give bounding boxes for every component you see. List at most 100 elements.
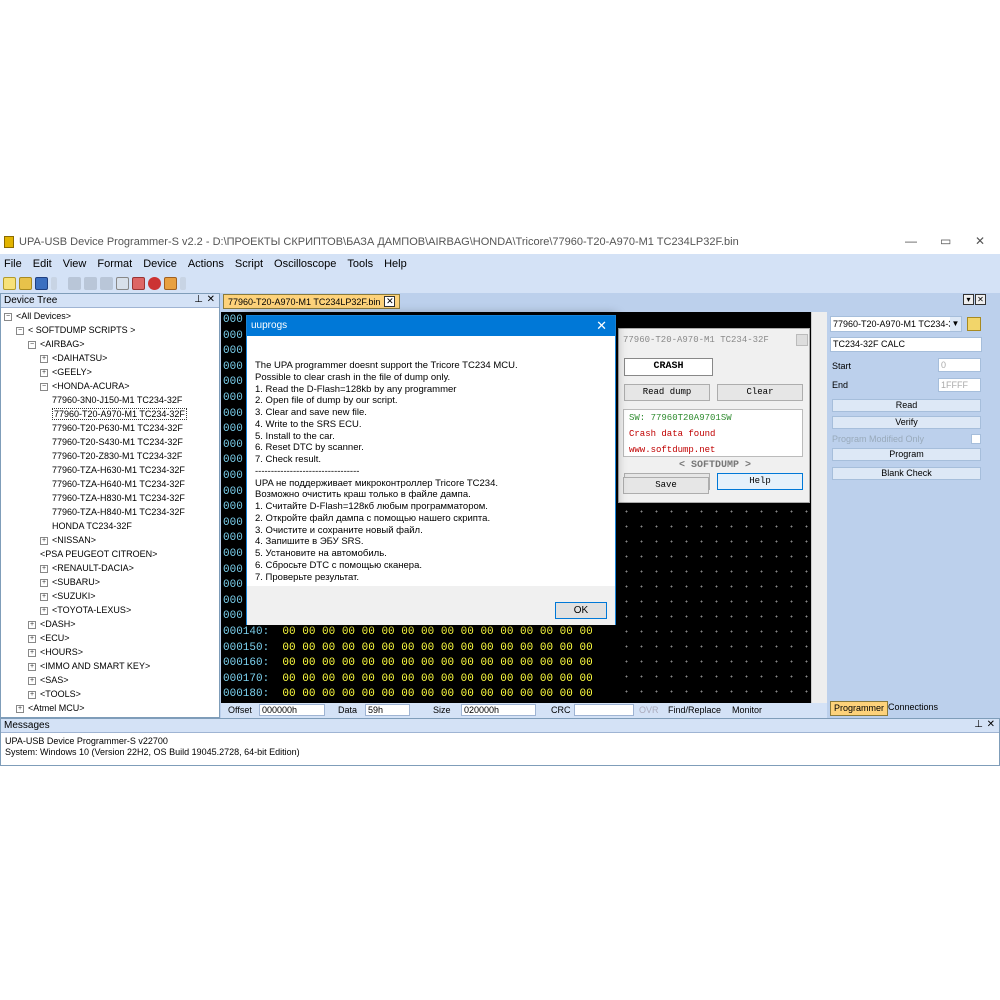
collapse-icon[interactable]: − (28, 340, 36, 349)
bug-icon[interactable] (148, 276, 161, 290)
program-button[interactable]: Program (832, 448, 981, 461)
read-button[interactable]: Read (832, 399, 981, 412)
device-select[interactable]: 77960-T20-A970-M1 TC234-32 (830, 316, 962, 332)
tree-item[interactable]: 77960-T20-P630-M1 TC234-32F (52, 421, 183, 435)
pane-menu-icon[interactable]: ▾ (963, 294, 974, 305)
cut-icon[interactable] (68, 276, 81, 290)
toolbar-dropdown-icon[interactable] (180, 276, 186, 290)
ok-button[interactable]: OK (555, 602, 607, 619)
data-field[interactable]: 59h (365, 704, 410, 716)
tree-item[interactable]: <PSA PEUGEOT CITROEN> (40, 547, 157, 561)
tree-item[interactable]: + <DAIHATSU> (40, 351, 107, 365)
end-input[interactable]: 1FFFF (938, 378, 981, 392)
expand-icon[interactable]: + (16, 704, 24, 713)
softdump-close-icon[interactable] (796, 334, 808, 346)
expand-icon[interactable]: + (28, 676, 36, 685)
collapse-icon[interactable]: − (16, 326, 24, 335)
tab-programmer[interactable]: Programmer (830, 701, 889, 716)
start-input[interactable]: 0 (938, 358, 981, 372)
pane-close-icon[interactable]: ✕ (975, 294, 986, 305)
chevron-down-icon[interactable]: ▼ (950, 317, 961, 331)
tree-item[interactable]: + <HOURS> (28, 645, 83, 659)
close-tab-icon[interactable]: ✕ (384, 296, 396, 307)
menu-actions[interactable]: Actions (188, 258, 224, 270)
tree-item[interactable]: + <RENAULT-DACIA> (40, 561, 134, 575)
expand-icon[interactable]: + (40, 592, 48, 601)
close-button[interactable]: ✕ (975, 234, 985, 248)
tree-item[interactable]: 77960-T20-Z830-M1 TC234-32F (52, 449, 182, 463)
copy-icon[interactable] (84, 276, 97, 290)
find-replace-tab[interactable]: Find/Replace (668, 705, 721, 715)
tree-item[interactable]: − <All Devices> (4, 309, 71, 323)
hex-row[interactable]: 000150: 00 00 00 00 00 00 00 00 00 00 00… (223, 641, 593, 656)
tree-item[interactable]: + <IMMO AND SMART KEY> (28, 659, 150, 673)
tree-item[interactable]: 77960-TZA-H640-M1 TC234-32F (52, 477, 185, 491)
tree-item[interactable]: + <SUZUKI> (40, 589, 96, 603)
expand-icon[interactable]: + (28, 690, 36, 699)
tree-item[interactable]: − <AIRBAG> (28, 337, 85, 351)
tree-item[interactable]: + <DASH> (28, 617, 76, 631)
new-file-icon[interactable] (3, 276, 16, 290)
menu-view[interactable]: View (63, 258, 87, 270)
collapse-icon[interactable]: − (40, 382, 48, 391)
tree-item[interactable]: 77960-TZA-H840-M1 TC234-32F (52, 505, 185, 519)
hex-row[interactable]: 000160: 00 00 00 00 00 00 00 00 00 00 00… (223, 656, 593, 671)
open-folder-icon[interactable] (19, 276, 32, 290)
toolbar-dropdown-icon[interactable] (51, 276, 57, 290)
paste-icon[interactable] (100, 276, 113, 290)
monitor-tab[interactable]: Monitor (732, 705, 762, 715)
dialog-close-icon[interactable]: ✕ (596, 316, 607, 336)
blank-check-button[interactable]: Blank Check (832, 467, 981, 480)
minimize-button[interactable]: — (905, 234, 917, 248)
hex-row[interactable]: 000170: 00 00 00 00 00 00 00 00 00 00 00… (223, 672, 593, 687)
expand-icon[interactable]: + (28, 648, 36, 657)
expand-icon[interactable]: + (40, 354, 48, 363)
tree-item[interactable]: + <ECU> (28, 631, 70, 645)
calc-field[interactable]: TC234-32F CALC (830, 337, 982, 352)
tree-item[interactable]: − <HONDA-ACURA> (40, 379, 130, 393)
tree-item[interactable]: − < SOFTDUMP SCRIPTS > (16, 323, 135, 337)
tree-item[interactable]: + <SUBARU> (40, 575, 100, 589)
expand-icon[interactable]: + (40, 368, 48, 377)
chip-icon[interactable] (132, 276, 145, 290)
hex-row[interactable]: 000180: 00 00 00 00 00 00 00 00 00 00 00… (223, 687, 593, 702)
tree-item[interactable]: + <TOYOTA-LEXUS> (40, 603, 131, 617)
save-icon[interactable] (35, 276, 48, 290)
crc-field[interactable] (574, 704, 634, 716)
collapse-icon[interactable]: − (4, 312, 12, 321)
pin-icon[interactable]: ⊥ (974, 719, 983, 730)
close-icon[interactable]: ✕ (987, 719, 995, 730)
menu-format[interactable]: Format (97, 258, 132, 270)
script-icon[interactable] (164, 276, 177, 290)
expand-icon[interactable]: + (40, 606, 48, 615)
maximize-button[interactable]: ▭ (940, 234, 951, 248)
verify-button[interactable]: Verify (832, 416, 981, 429)
hex-row[interactable]: 000140: 00 00 00 00 00 00 00 00 00 00 00… (223, 625, 593, 640)
tree-item[interactable]: + <TOOLS> (28, 687, 81, 701)
expand-icon[interactable]: + (28, 634, 36, 643)
tree-item[interactable]: + <GEELY> (40, 365, 92, 379)
softdump-url[interactable]: www.softdump.net (629, 445, 715, 455)
menu-script[interactable]: Script (235, 258, 263, 270)
save-button[interactable]: Save (623, 477, 709, 494)
menu-edit[interactable]: Edit (33, 258, 52, 270)
clear-button[interactable]: Clear (717, 384, 803, 401)
menu-oscilloscope[interactable]: Oscilloscope (274, 258, 336, 270)
read-dump-button[interactable]: Read dump (624, 384, 710, 401)
close-icon[interactable]: ✕ (207, 294, 215, 305)
tree-item[interactable]: 77960-T20-A970-M1 TC234-32F (52, 407, 187, 421)
help-button[interactable]: Help (717, 473, 803, 490)
tree-item[interactable]: 77960-TZA-H830-M1 TC234-32F (52, 491, 185, 505)
expand-icon[interactable]: + (40, 564, 48, 573)
edit-icon[interactable] (116, 276, 129, 290)
menu-device[interactable]: Device (143, 258, 177, 270)
expand-icon[interactable]: + (28, 662, 36, 671)
tree-item[interactable]: HONDA TC234-32F (52, 519, 132, 533)
vertical-scrollbar[interactable] (811, 312, 827, 703)
size-field[interactable]: 020000h (461, 704, 536, 716)
menu-tools[interactable]: Tools (347, 258, 373, 270)
tree-item[interactable]: + <SAS> (28, 673, 69, 687)
device-info-icon[interactable] (967, 317, 981, 331)
menu-help[interactable]: Help (384, 258, 407, 270)
menu-file[interactable]: File (4, 258, 22, 270)
